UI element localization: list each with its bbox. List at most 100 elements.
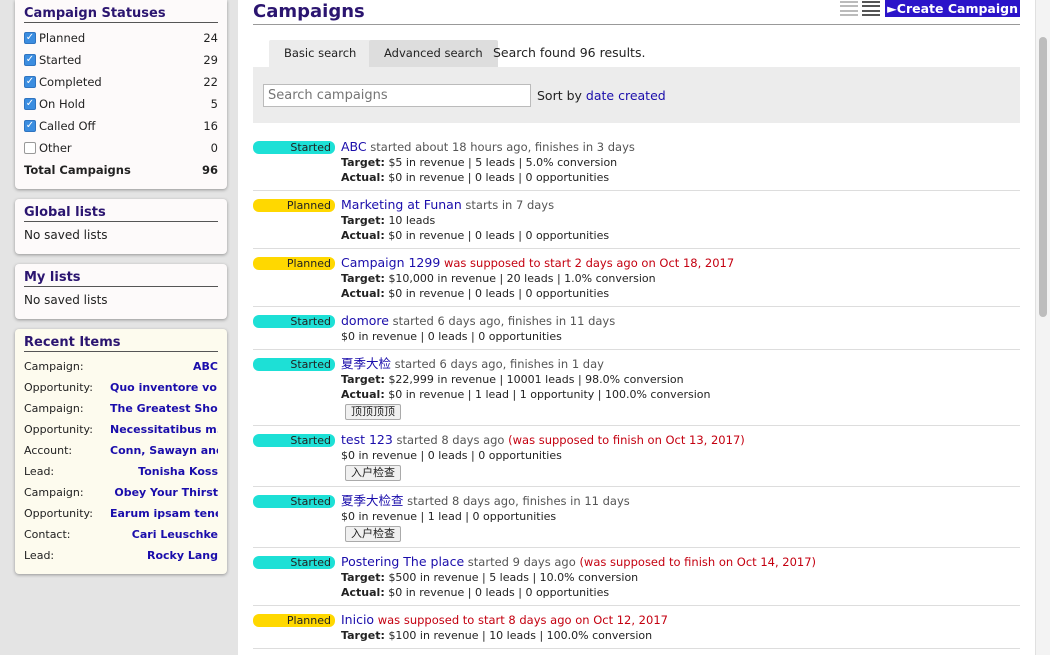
campaign-target: Target: $100 in revenue | 10 leads | 100… (341, 628, 1020, 643)
checkbox-checked[interactable]: ✓ (24, 76, 36, 88)
sort-field-link[interactable]: date created (586, 88, 666, 103)
campaign-stats: $0 in revenue | 0 leads | 0 opportunitie… (341, 449, 562, 462)
tab-basic-search[interactable]: Basic search (269, 40, 372, 67)
campaign-summary: test 123 started 8 days ago (was suppose… (341, 432, 1020, 448)
campaign-name-link[interactable]: 夏季大检 (341, 356, 391, 371)
recent-item: Opportunity: Necessitatibus m... (24, 419, 218, 440)
status-label[interactable]: Called Off (39, 119, 203, 133)
status-label[interactable]: Other (39, 141, 211, 155)
campaign-tag-button[interactable]: 顶顶顶顶 (345, 404, 401, 420)
main-content: Campaigns ►Create Campaign Basic search … (238, 0, 1035, 655)
campaign-name-link[interactable]: Marketing at Funan (341, 197, 462, 212)
campaign-item: Planned Inicio was supposed to start 8 da… (253, 606, 1020, 649)
recent-item: Campaign: Obey Your Thirst (24, 482, 218, 503)
checkbox-checked[interactable]: ✓ (24, 98, 36, 110)
my-lists-empty: No saved lists (24, 293, 108, 307)
recent-item-type: Campaign: (24, 486, 84, 499)
campaign-target: Target: $500 in revenue | 5 leads | 10.0… (341, 570, 1020, 585)
recent-item: Campaign: ABC (24, 356, 218, 377)
recent-item-link[interactable]: ABC (193, 360, 218, 373)
campaign-item: Started ABC started about 18 hours ago, f… (253, 133, 1020, 191)
target-value: $10,000 in revenue | 20 leads | 1.0% con… (388, 272, 656, 285)
campaign-actual: Actual: $0 in revenue | 0 leads | 0 oppo… (341, 170, 1020, 185)
campaign-item: Started 夏季大检 started 6 days ago, finishes… (253, 350, 1020, 426)
tab-advanced-search[interactable]: Advanced search (369, 40, 498, 67)
global-lists-empty: No saved lists (24, 228, 108, 242)
campaign-statuses-panel: Campaign Statuses ✓ Planned 24 ✓ Started 29 ✓ C… (15, 0, 227, 189)
campaign-timing: started 9 days ago (467, 555, 576, 569)
recent-item-link[interactable]: Necessitatibus m... (110, 423, 218, 436)
recent-item-link[interactable]: Conn, Sawayn and... (110, 444, 218, 457)
list-view-icon[interactable] (840, 1, 858, 16)
global-lists-panel: Global lists No saved lists (15, 199, 227, 254)
recent-item-link[interactable]: Tonisha Koss (138, 465, 218, 478)
status-count: 24 (203, 31, 218, 45)
status-badge: Planned (253, 257, 335, 270)
campaign-overdue-note: (was supposed to finish on Oct 13, 2017) (508, 433, 745, 447)
page-scrollbar[interactable] (1035, 0, 1050, 655)
recent-item-link[interactable]: Quo inventore vo... (110, 381, 218, 394)
status-badge: Started (253, 495, 335, 508)
campaign-name-link[interactable]: 夏季大检查 (341, 493, 404, 508)
campaign-summary: 夏季大检 started 6 days ago, finishes in 1 d… (341, 356, 1020, 372)
campaign-item: Started domore started 6 days ago, finish… (253, 307, 1020, 350)
actual-label: Actual: (341, 171, 385, 184)
campaign-timing: started 6 days ago, finishes in 11 days (392, 314, 616, 328)
actual-label: Actual: (341, 287, 385, 300)
status-label[interactable]: On Hold (39, 97, 211, 111)
checkbox-checked[interactable]: ✓ (24, 120, 36, 132)
campaign-summary: ABC started about 18 hours ago, finishes… (341, 139, 1020, 155)
status-badge: Started (253, 556, 335, 569)
status-row-started: ✓ Started 29 (24, 49, 218, 71)
checkbox-checked[interactable]: ✓ (24, 32, 36, 44)
target-label: Target: (341, 629, 385, 642)
sidebar: Campaign Statuses ✓ Planned 24 ✓ Started 29 ✓ C… (15, 0, 227, 584)
my-lists-panel: My lists No saved lists (15, 264, 227, 319)
checkbox-checked[interactable]: ✓ (24, 54, 36, 66)
campaign-name-link[interactable]: domore (341, 313, 389, 328)
recent-item-link[interactable]: The Greatest Sho... (110, 402, 218, 415)
campaign-name-link[interactable]: test 123 (341, 432, 393, 447)
campaign-name-link[interactable]: Postering The place (341, 554, 464, 569)
campaign-timing: started 8 days ago, finishes in 11 days (407, 494, 630, 508)
target-value: 10 leads (388, 214, 436, 227)
total-campaigns-label: Total Campaigns (24, 163, 131, 177)
recent-item-type: Opportunity: (24, 423, 93, 436)
recent-item-type: Opportunity: (24, 381, 93, 394)
scrollbar-thumb[interactable] (1039, 37, 1047, 317)
recent-item-type: Campaign: (24, 360, 84, 373)
search-input[interactable] (263, 83, 531, 107)
campaign-name-link[interactable]: ABC (341, 139, 367, 154)
target-label: Target: (341, 373, 385, 386)
recent-item-link[interactable]: Rocky Lang (147, 549, 218, 562)
recent-item-link[interactable]: Earum ipsam tene... (110, 507, 218, 520)
sort-control: Sort by date created (537, 88, 666, 103)
status-row-called-off: ✓ Called Off 16 (24, 115, 218, 137)
recent-item-link[interactable]: Obey Your Thirst (114, 486, 218, 499)
status-label[interactable]: Started (39, 53, 203, 67)
recent-item-type: Contact: (24, 528, 71, 541)
campaign-tag-button[interactable]: 入户检查 (345, 465, 401, 481)
actual-value: $0 in revenue | 0 leads | 0 opportunitie… (388, 229, 610, 242)
recent-item-link[interactable]: Cari Leuschke (132, 528, 218, 541)
target-value: $5 in revenue | 5 leads | 5.0% conversio… (388, 156, 618, 169)
recent-item: Account: Conn, Sawayn and... (24, 440, 218, 461)
checkbox-unchecked[interactable] (24, 142, 36, 154)
status-label[interactable]: Completed (39, 75, 203, 89)
recent-item: Opportunity: Earum ipsam tene... (24, 503, 218, 524)
status-badge: Started (253, 315, 335, 328)
detailed-view-icon[interactable] (862, 1, 880, 16)
actual-label: Actual: (341, 586, 385, 599)
campaign-actual: Actual: $0 in revenue | 0 leads | 0 oppo… (341, 585, 1020, 600)
actual-value: $0 in revenue | 0 leads | 0 opportunitie… (388, 171, 610, 184)
page-header: Campaigns ►Create Campaign (253, 0, 1020, 25)
campaign-name-link[interactable]: Campaign 1299 (341, 255, 440, 270)
create-campaign-button[interactable]: ►Create Campaign (885, 0, 1020, 17)
recent-item: Campaign: The Greatest Sho... (24, 398, 218, 419)
campaign-tag-button[interactable]: 入户检查 (345, 526, 401, 542)
total-campaigns-count: 96 (201, 163, 218, 177)
campaign-name-link[interactable]: Inicio (341, 612, 374, 627)
status-label[interactable]: Planned (39, 31, 203, 45)
recent-items-list: Campaign: ABC Opportunity: Quo inventore vo… (24, 356, 218, 566)
campaign-item: Planned Marketing at Funan starts in 7 da… (253, 191, 1020, 249)
